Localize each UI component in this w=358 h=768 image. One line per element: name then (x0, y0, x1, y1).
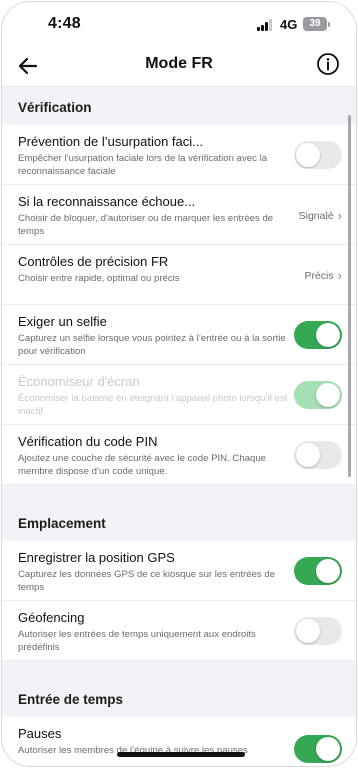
status-bar: 4:48 4G 39 (2, 2, 356, 46)
row-value-text: Précis (304, 270, 334, 282)
toggle-knob (316, 559, 340, 583)
settings-list[interactable]: Vérification Prévention de l’usurpation f… (2, 87, 356, 766)
toggle-switch[interactable] (294, 321, 342, 349)
toggle-switch[interactable] (294, 557, 342, 585)
row-description: Choisir de bloquer, d'autoriser ou de ma… (18, 213, 274, 237)
row-description: Capturez un selfie lorsque vous pointez … (18, 333, 286, 357)
toggle-switch[interactable] (294, 441, 342, 469)
row-value[interactable]: Précis › (304, 268, 342, 283)
row-description: Capturez les données GPS de ce kiosque s… (18, 569, 276, 593)
toggle-knob (316, 323, 340, 347)
settings-row-exiger-un-selfie[interactable]: Exiger un selfie Capturez un selfie lorsq… (2, 305, 356, 365)
row-value-text: Signalé (298, 210, 334, 222)
row-description: Choisir entre rapide, optimal ou précis (18, 273, 180, 284)
battery-icon: 39 (303, 17, 330, 31)
row-title: Géofencing (18, 610, 85, 625)
settings-row-verification-du-code-pin[interactable]: Vérification du code PIN Ajoutez une couc… (2, 425, 356, 485)
chevron-right-icon: › (337, 268, 342, 283)
row-title: Pauses (18, 726, 62, 741)
settings-row-si-la-reconnaissance-echoue[interactable]: Si la reconnaissance échoue... Choisir de… (2, 185, 356, 245)
scrollbar[interactable] (348, 115, 351, 477)
settings-row-enregistrer-la-position-gps[interactable]: Enregistrer la position GPS Capturez les … (2, 541, 356, 601)
toggle-knob (296, 143, 320, 167)
toggle-switch (294, 381, 342, 409)
info-icon[interactable] (316, 52, 340, 76)
section-title: Vérification (18, 100, 92, 115)
settings-row-geofencing[interactable]: Géofencing Autoriser les entrées de temps… (2, 601, 356, 661)
settings-row-controles-de-precision-fr[interactable]: Contrôles de précision FR Choisir entre r… (2, 245, 356, 305)
row-title: Prévention de l’usurpation faci... (18, 134, 203, 149)
settings-row-pauses[interactable]: Pauses Autoriser les membres de l’équipe … (2, 717, 356, 766)
section-title: Entrée de temps (18, 692, 124, 707)
page-title: Mode FR (145, 55, 213, 72)
toggle-knob (316, 383, 340, 407)
toggle-knob (296, 619, 320, 643)
toggle-switch[interactable] (294, 617, 342, 645)
chevron-right-icon: › (337, 208, 342, 223)
toggle-knob (316, 737, 340, 761)
row-title: Contrôles de précision FR (18, 254, 169, 269)
home-indicator[interactable] (117, 752, 245, 757)
row-description: Économiser la batterie en éteignant l’ap… (18, 393, 288, 417)
row-title: Économiseur d'écran (18, 374, 140, 389)
settings-row-economiseur-d-ecran: Économiseur d'écran Économiser la batteri… (2, 365, 356, 425)
row-description: Empêcher l’usurpation faciale lors de la… (18, 153, 268, 177)
section-header-verification: Vérification (2, 87, 356, 125)
row-title: Enregistrer la position GPS (18, 550, 175, 565)
row-title: Exiger un selfie (18, 314, 107, 329)
section-header-entree-de-temps: Entrée de temps (2, 661, 356, 717)
row-value[interactable]: Signalé › (299, 208, 342, 223)
row-description: Autoriser les entrées de temps uniquemen… (18, 629, 256, 653)
toggle-knob (296, 443, 320, 467)
row-title: Si la reconnaissance échoue... (18, 194, 196, 209)
settings-row-prevention-de-l-usurpation-faci[interactable]: Prévention de l’usurpation faci... Empêch… (2, 125, 356, 185)
status-time: 4:48 (48, 15, 81, 32)
nav-header: Mode FR (2, 46, 356, 87)
section-title: Emplacement (18, 516, 106, 531)
section-header-emplacement: Emplacement (2, 485, 356, 541)
toggle-switch[interactable] (294, 141, 342, 169)
row-title: Vérification du code PIN (18, 434, 158, 449)
network-type: 4G (280, 17, 298, 32)
signal-icon (257, 19, 275, 31)
battery-percentage: 39 (309, 18, 321, 29)
row-description: Ajoutez une couche de sécurité avec le c… (18, 453, 266, 477)
toggle-switch[interactable] (294, 735, 342, 763)
phone-screen: 4:48 4G 39 Mode FR Vérification Préventio… (2, 2, 356, 766)
